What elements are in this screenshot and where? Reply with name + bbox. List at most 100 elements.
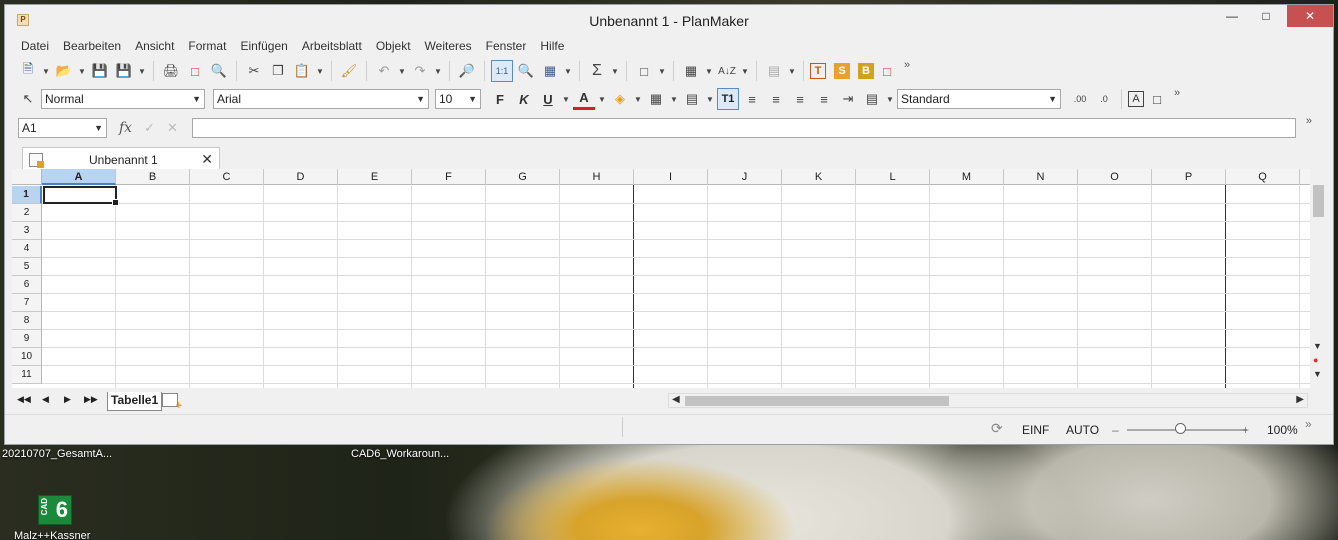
autosum-icon[interactable]: Σ — [586, 60, 608, 82]
number-format-select[interactable]: Standard ▼ — [897, 89, 1061, 109]
column-header-f[interactable]: F — [412, 169, 486, 185]
increase-decimals-icon[interactable]: .00 — [1069, 88, 1091, 110]
underline-dropdown[interactable]: ▼ — [561, 95, 571, 104]
desktop-file-label[interactable]: CAD6_Workaroun... — [351, 448, 449, 460]
minimize-button[interactable]: — — [1215, 5, 1249, 27]
close-window-button[interactable]: ✕ — [1287, 5, 1333, 27]
row-header-3[interactable]: 3 — [12, 222, 42, 240]
save-icon[interactable]: 💾 — [89, 60, 111, 82]
undo-dropdown[interactable]: ▼ — [397, 67, 407, 76]
basicmaker-icon[interactable]: B — [858, 63, 874, 79]
underline-button[interactable]: U — [537, 88, 559, 110]
formula-overflow-icon[interactable]: » — [1306, 115, 1312, 127]
vertical-align-dropdown[interactable]: ▼ — [885, 95, 895, 104]
sum-dropdown[interactable]: ▼ — [610, 67, 620, 76]
print-preview-icon[interactable]: 🔍 — [208, 60, 230, 82]
row-header-4[interactable]: 4 — [12, 240, 42, 258]
column-header-p[interactable]: P — [1152, 169, 1226, 185]
toolbar-overflow-icon[interactable]: » — [904, 59, 910, 71]
row-header-7[interactable]: 7 — [12, 294, 42, 312]
zoom-slider-knob[interactable] — [1175, 423, 1186, 434]
column-header-e[interactable]: E — [338, 169, 412, 185]
sync-icon[interactable]: ⟳ — [991, 420, 1003, 437]
print-icon[interactable]: 🖨 — [160, 60, 182, 82]
prev-sheet-icon[interactable]: ◀ — [42, 394, 49, 405]
redo-icon[interactable]: ↷ — [409, 60, 431, 82]
menu-hilfe[interactable]: Hilfe — [533, 39, 571, 53]
row-header-9[interactable]: 9 — [12, 330, 42, 348]
row-header-5[interactable]: 5 — [12, 258, 42, 276]
last-sheet-icon[interactable]: ▶▶ — [84, 394, 98, 405]
sort-dropdown[interactable]: ▼ — [740, 67, 750, 76]
copy-icon[interactable]: ❐ — [267, 60, 289, 82]
horizontal-scrollbar[interactable]: ◀ ▶ — [668, 393, 1308, 408]
vertical-scroll-thumb[interactable] — [1313, 185, 1324, 217]
column-header-a[interactable]: A — [42, 169, 116, 185]
insert-frame-icon[interactable]: □ — [633, 60, 655, 82]
horizontal-scroll-thumb[interactable] — [685, 396, 949, 406]
function-icon[interactable]: fx — [119, 120, 132, 136]
scroll-left-icon[interactable]: ◀ — [672, 394, 680, 405]
indent-icon[interactable]: ⇥ — [837, 88, 859, 110]
menu-einfuegen[interactable]: Einfügen — [233, 39, 294, 53]
row-header-8[interactable]: 8 — [12, 312, 42, 330]
zoom-level[interactable]: 100% — [1267, 423, 1298, 437]
column-header-b[interactable]: B — [116, 169, 190, 185]
row-header-11[interactable]: 11 — [12, 366, 42, 384]
wrap-text-icon[interactable]: T1 — [717, 88, 739, 110]
scroll-down-icon[interactable]: ▼ — [1313, 341, 1322, 351]
open-folder-icon[interactable]: 📂 — [53, 60, 75, 82]
row-header-6[interactable]: 6 — [12, 276, 42, 294]
search-icon[interactable]: 🔎 — [456, 60, 478, 82]
sheet-tab-tabelle1[interactable]: Tabelle1 — [107, 392, 163, 411]
zoom-100-icon[interactable]: 1:1 — [491, 60, 513, 82]
paste-icon[interactable]: 📋 — [291, 60, 313, 82]
add-sheet-icon[interactable] — [162, 393, 182, 412]
cell-reference-box[interactable]: A1 ▼ — [18, 118, 107, 138]
new-dropdown[interactable]: ▼ — [41, 67, 51, 76]
zoom-icon[interactable]: 🔍 — [515, 60, 537, 82]
redo-dropdown[interactable]: ▼ — [433, 67, 443, 76]
menu-format[interactable]: Format — [181, 39, 233, 53]
toolbar-overflow-icon[interactable]: » — [1174, 87, 1180, 99]
filter-dropdown[interactable]: ▼ — [704, 67, 714, 76]
menu-bearbeiten[interactable]: Bearbeiten — [56, 39, 128, 53]
vertical-scrollbar[interactable]: ▼ ● ▼ — [1310, 169, 1327, 388]
column-header-k[interactable]: K — [782, 169, 856, 185]
paragraph-style-select[interactable]: Normal ▼ — [41, 89, 205, 109]
frame-dropdown[interactable]: ▼ — [657, 67, 667, 76]
confirm-icon[interactable]: ✓ — [144, 120, 155, 136]
fill-color-dropdown[interactable]: ▼ — [633, 95, 643, 104]
menu-objekt[interactable]: Objekt — [369, 39, 418, 53]
row-header-2[interactable]: 2 — [12, 204, 42, 222]
zoom-slider-track[interactable] — [1127, 429, 1247, 431]
chart-dropdown[interactable]: ▼ — [787, 67, 797, 76]
column-header-j[interactable]: J — [708, 169, 782, 185]
decrease-decimals-icon[interactable]: .0 — [1093, 88, 1115, 110]
align-left-icon[interactable]: ≡ — [741, 88, 763, 110]
font-size-select[interactable]: 10 ▼ — [435, 89, 481, 109]
select-pointer-icon[interactable]: ↖ — [17, 88, 39, 110]
justify-icon[interactable]: ≡ — [813, 88, 835, 110]
borders-icon[interactable]: ▦ — [645, 88, 667, 110]
zoom-in-button[interactable]: + — [1242, 423, 1249, 437]
select-all-corner[interactable] — [12, 169, 42, 185]
format-painter-icon[interactable]: 🖌 — [338, 60, 360, 82]
open-dropdown[interactable]: ▼ — [77, 67, 87, 76]
next-sheet-icon[interactable]: ▶ — [64, 394, 71, 405]
bold-button[interactable]: F — [489, 88, 511, 110]
browse-object-icon[interactable]: ● — [1313, 355, 1318, 365]
view-dropdown[interactable]: ▼ — [563, 67, 573, 76]
cad6-desktop-icon[interactable]: CAD 6 — [38, 495, 72, 525]
view-options-icon[interactable]: ▦ — [539, 60, 561, 82]
menu-datei[interactable]: Datei — [14, 39, 56, 53]
textbox-icon[interactable]: A — [1128, 91, 1144, 107]
align-right-icon[interactable]: ≡ — [789, 88, 811, 110]
document-tab[interactable]: Unbenannt 1 ✕ — [22, 147, 220, 171]
chart-icon[interactable]: ▤ — [763, 60, 785, 82]
column-header-g[interactable]: G — [486, 169, 560, 185]
row-header-1[interactable]: 1 — [12, 186, 42, 204]
planmaker-s-icon[interactable]: S — [834, 63, 850, 79]
font-select[interactable]: Arial ▼ — [213, 89, 429, 109]
scroll-right-icon[interactable]: ▶ — [1296, 394, 1304, 405]
